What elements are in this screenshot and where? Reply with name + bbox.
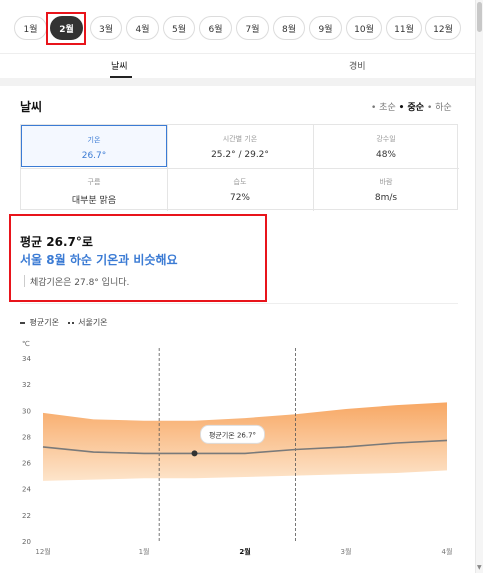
- tab-weather[interactable]: 날씨: [111, 59, 128, 72]
- month-pill-7[interactable]: 7월: [236, 16, 269, 40]
- period-legend: • 초순 • 중순 • 하순: [371, 100, 452, 113]
- cell-label: 기온: [87, 136, 101, 144]
- tab-expense[interactable]: 경비: [349, 59, 366, 72]
- active-month-highlight: [46, 12, 86, 45]
- y-tick-label: 26: [22, 460, 31, 468]
- month-pill-8[interactable]: 8월: [273, 16, 305, 40]
- legend-seoul-label: 서울기온: [78, 318, 108, 327]
- month-pill-12[interactable]: 12월: [425, 16, 461, 40]
- weather-cell-humidity[interactable]: 습도 72%: [167, 168, 313, 210]
- weather-grid: 기온 26.7° 시간별 기온 25.2° / 29.2° 강수일 48% 구름…: [20, 124, 459, 211]
- month-pill-6[interactable]: 6월: [199, 16, 232, 40]
- cell-value: 72%: [229, 193, 250, 203]
- y-axis-unit: ℃: [22, 340, 30, 348]
- weather-cell-cloud[interactable]: 구름 대부분 맑음: [21, 168, 167, 210]
- x-tick-label: 3월: [341, 547, 352, 556]
- scrollbar-thumb[interactable]: [477, 2, 482, 32]
- y-tick-label: 32: [22, 381, 31, 389]
- period-mid[interactable]: • 중순: [399, 103, 424, 113]
- tab-bar: 날씨 경비: [0, 54, 483, 78]
- cell-value: 48%: [375, 150, 396, 160]
- month-pill-9[interactable]: 9월: [309, 16, 342, 40]
- y-tick-label: 22: [22, 512, 31, 520]
- month-pill-5[interactable]: 5월: [163, 16, 195, 40]
- cell-label: 구름: [87, 178, 101, 186]
- y-tick-label: 24: [22, 486, 31, 494]
- y-tick-label: 20: [22, 538, 31, 546]
- average-temperature-marker: [191, 450, 198, 457]
- section-title: 날씨: [20, 100, 43, 114]
- legend-avg-label: 평균기온: [29, 318, 59, 327]
- scroll-down-icon[interactable]: ▼: [477, 564, 482, 571]
- x-tick-label: 2월: [239, 547, 250, 556]
- weather-cell-rain-days[interactable]: 강수일 48%: [313, 125, 459, 167]
- y-tick-label: 34: [22, 355, 31, 363]
- chart-legend: 평균기온 서울기온: [20, 317, 108, 328]
- scrollbar[interactable]: ▼: [475, 0, 483, 573]
- month-pill-11[interactable]: 11월: [386, 16, 422, 40]
- cell-label: 강수일: [376, 135, 396, 143]
- y-tick-label: 28: [22, 433, 31, 441]
- weather-cell-wind[interactable]: 바람 8m/s: [313, 168, 459, 210]
- period-late[interactable]: • 하순: [427, 103, 452, 113]
- cell-value: 25.2° / 29.2°: [211, 150, 269, 160]
- temperature-chart: ℃ 20 22 24 26 28 30 32 34 평균기온 26.7° 12월 1월 2월 3월 4월: [22, 340, 452, 556]
- y-tick-label: 30: [22, 407, 31, 415]
- summary-feels-like: 체감기온은 27.8° 입니다.: [30, 278, 130, 288]
- summary-average: 평균 26.7°로: [20, 235, 93, 249]
- section-divider: [0, 78, 483, 86]
- legend-avg-swatch: [20, 321, 25, 324]
- cell-value: 8m/s: [374, 193, 398, 203]
- month-pill-4[interactable]: 4월: [126, 16, 159, 40]
- month-pill-1[interactable]: 1월: [14, 16, 47, 40]
- summary-comparison: 서울 8월 하순 기온과 비슷해요: [20, 253, 178, 267]
- month-pill-10[interactable]: 10월: [346, 16, 382, 40]
- summary-quote-bar: [24, 275, 25, 287]
- cell-label: 바람: [379, 178, 393, 186]
- weather-cell-hourly-temp[interactable]: 시간별 기온 25.2° / 29.2°: [167, 125, 313, 167]
- weather-cell-temperature[interactable]: 기온 26.7°: [21, 125, 167, 167]
- x-tick-label: 12월: [35, 547, 50, 556]
- cell-value: 26.7°: [81, 151, 107, 161]
- month-pill-3[interactable]: 3월: [90, 16, 122, 40]
- cell-label: 시간별 기온: [222, 135, 258, 143]
- x-tick-label: 4월: [441, 547, 452, 556]
- period-early[interactable]: • 초순: [371, 103, 396, 113]
- cell-value: 대부분 맑음: [71, 196, 117, 206]
- section-divider: [20, 303, 458, 304]
- cell-label: 습도: [233, 178, 247, 186]
- tooltip-text: 평균기온 26.7°: [209, 430, 256, 439]
- legend-seoul-swatch: [67, 321, 74, 324]
- x-tick-label: 1월: [139, 547, 150, 556]
